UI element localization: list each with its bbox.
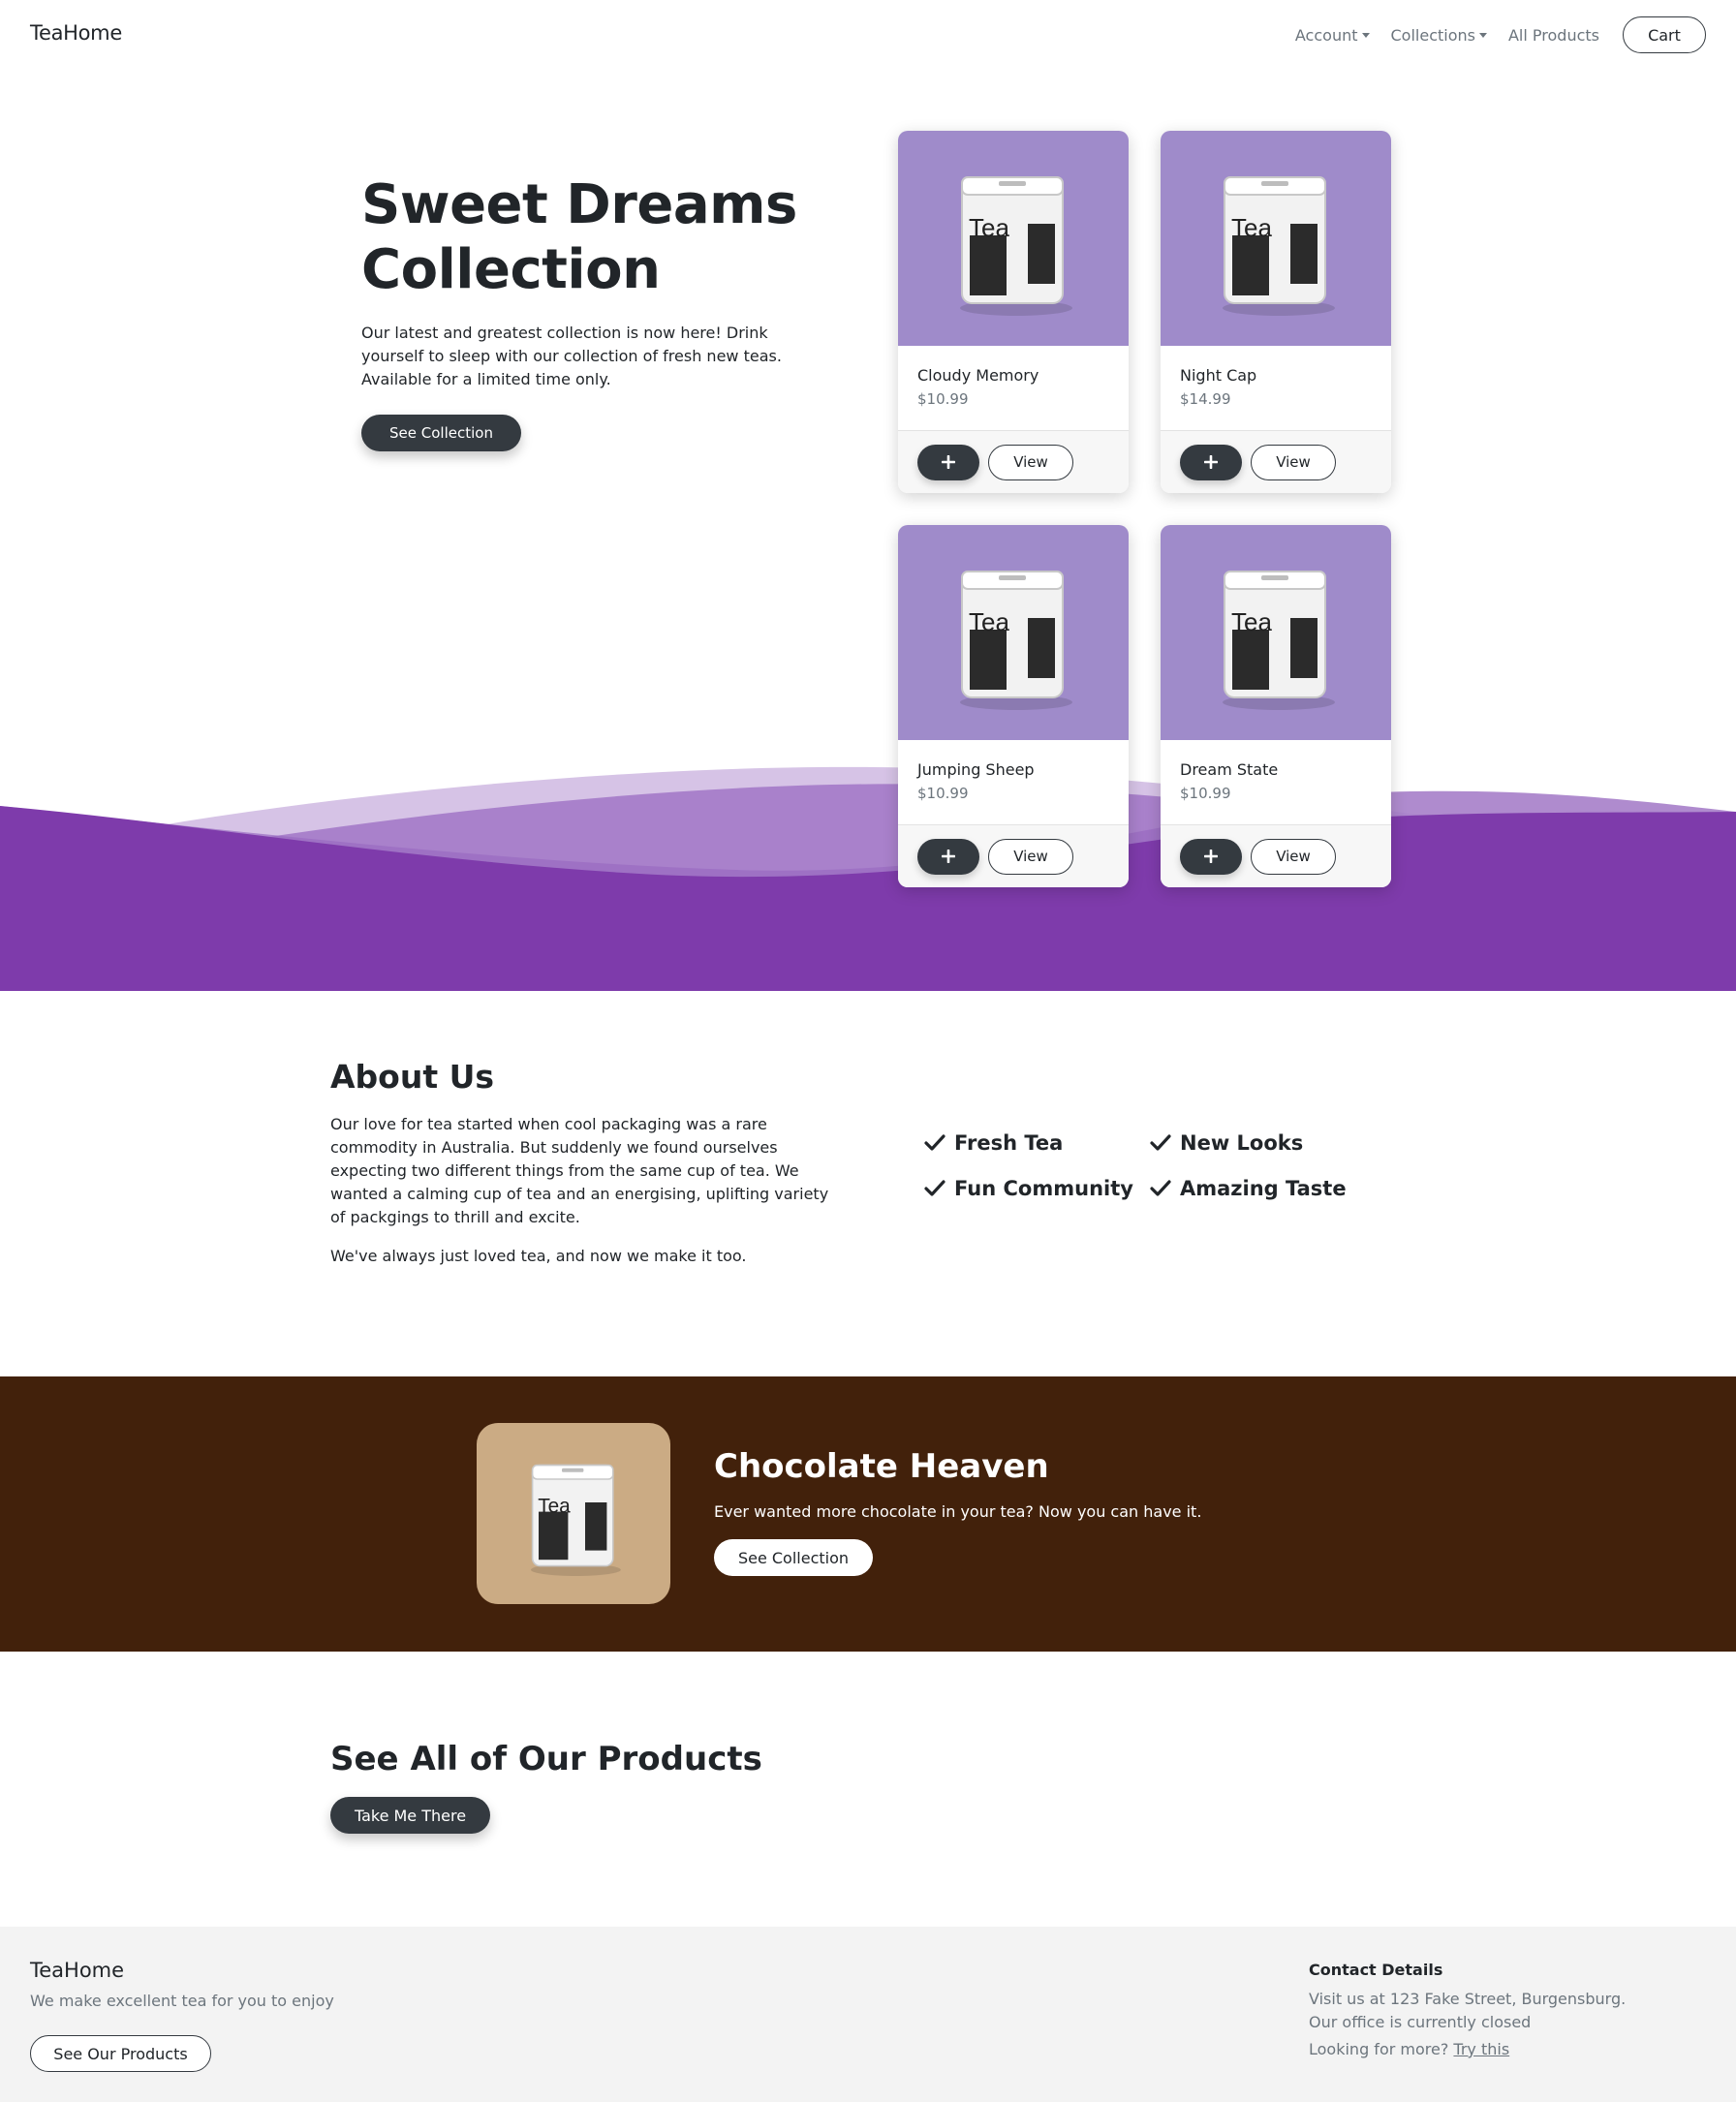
product-card-body: Jumping Sheep $10.99 xyxy=(898,740,1129,825)
svg-text:Tea: Tea xyxy=(538,1495,571,1517)
about-title: About Us xyxy=(330,1058,495,1096)
cart-button[interactable]: Cart xyxy=(1623,16,1706,53)
nav-account-dropdown[interactable]: Account xyxy=(1285,16,1380,53)
check-icon xyxy=(924,1180,946,1196)
tea-tin-image: Tea xyxy=(960,176,1072,316)
svg-text:Tea: Tea xyxy=(969,607,1009,636)
product-card-body: Cloudy Memory $10.99 xyxy=(898,346,1129,431)
product-name: Cloudy Memory xyxy=(917,366,1039,385)
product-card: Tea Cloudy Memory $10.99 View xyxy=(898,131,1129,493)
product-image[interactable]: Tea xyxy=(1161,131,1391,346)
hero-title: Sweet Dreams Collection xyxy=(361,172,826,302)
chocolate-see-collection-button[interactable]: See Collection xyxy=(714,1539,873,1576)
add-to-cart-button[interactable] xyxy=(1180,838,1242,875)
product-card: Tea Night Cap $14.99 View xyxy=(1161,131,1391,493)
feature-label: Fun Community xyxy=(954,1177,1133,1200)
navbar: TeaHome Account Collections All Products… xyxy=(0,0,1736,70)
more-text: Looking for more? xyxy=(1309,2040,1449,2058)
feature-item: New Looks xyxy=(1150,1131,1303,1155)
tea-tin-image: Tea xyxy=(531,1464,621,1576)
nav-collections-label: Collections xyxy=(1390,25,1475,45)
product-card-footer: View xyxy=(898,431,1129,493)
nav-account-label: Account xyxy=(1294,25,1358,45)
nav-collections-dropdown[interactable]: Collections xyxy=(1380,16,1498,53)
footer-brand: TeaHome xyxy=(30,1959,125,1982)
svg-text:Tea: Tea xyxy=(1231,213,1272,242)
caret-down-icon xyxy=(1478,32,1487,38)
tea-tin-image: Tea xyxy=(1223,571,1335,710)
product-image[interactable]: Tea xyxy=(898,525,1129,740)
chocolate-heaven-banner: Tea Chocolate Heaven Ever wanted more ch… xyxy=(0,1376,1736,1652)
plus-icon xyxy=(942,850,955,863)
product-price: $14.99 xyxy=(1180,390,1231,408)
product-card-footer: View xyxy=(898,825,1129,887)
check-icon xyxy=(1150,1180,1171,1196)
contact-title: Contact Details xyxy=(1309,1961,1443,1979)
view-button[interactable]: View xyxy=(988,444,1073,480)
chocolate-description: Ever wanted more chocolate in your tea? … xyxy=(714,1502,1202,1521)
see-our-products-button[interactable]: See Our Products xyxy=(30,2035,211,2072)
product-card-footer: View xyxy=(1161,825,1391,887)
more-line: Looking for more? Try this xyxy=(1309,2040,1509,2058)
product-price: $10.99 xyxy=(1180,785,1231,802)
see-all-title: See All of Our Products xyxy=(330,1740,762,1778)
check-icon xyxy=(1150,1134,1171,1151)
hero-title-line2: Collection xyxy=(361,238,661,301)
product-price: $10.99 xyxy=(917,390,969,408)
plus-icon xyxy=(942,455,955,469)
feature-label: Fresh Tea xyxy=(954,1131,1064,1155)
product-image[interactable]: Tea xyxy=(1161,525,1391,740)
footer: TeaHome We make excellent tea for you to… xyxy=(0,1927,1736,2102)
add-to-cart-button[interactable] xyxy=(1180,444,1242,480)
product-image[interactable]: Tea xyxy=(898,131,1129,346)
tea-tin-image: Tea xyxy=(1223,176,1335,316)
about-paragraph: We've always just loved tea, and now we … xyxy=(330,1247,747,1265)
product-card-body: Night Cap $14.99 xyxy=(1161,346,1391,431)
hero-description: Our latest and greatest collection is no… xyxy=(361,324,782,388)
product-name: Dream State xyxy=(1180,760,1279,779)
view-button[interactable]: View xyxy=(1251,838,1336,875)
tea-tin-image: Tea xyxy=(960,571,1072,710)
view-button[interactable]: View xyxy=(1251,444,1336,480)
try-this-link[interactable]: Try this xyxy=(1453,2040,1509,2058)
check-icon xyxy=(924,1134,946,1151)
product-card-footer: View xyxy=(1161,431,1391,493)
feature-item: Amazing Taste xyxy=(1150,1177,1347,1200)
product-name: Jumping Sheep xyxy=(917,760,1035,779)
add-to-cart-button[interactable] xyxy=(917,444,979,480)
take-me-there-button[interactable]: Take Me There xyxy=(330,1797,490,1834)
nav-all-products-link[interactable]: All Products xyxy=(1498,16,1610,53)
office-status: Our office is currently closed xyxy=(1309,2013,1532,2031)
chocolate-product-image[interactable]: Tea xyxy=(477,1423,670,1604)
add-to-cart-button[interactable] xyxy=(917,838,979,875)
see-collection-button[interactable]: See Collection xyxy=(361,415,521,451)
product-card-body: Dream State $10.99 xyxy=(1161,740,1391,825)
chocolate-title: Chocolate Heaven xyxy=(714,1447,1049,1486)
footer-tagline: We make excellent tea for you to enjoy xyxy=(30,1992,334,2010)
svg-text:Tea: Tea xyxy=(1231,607,1272,636)
feature-item: Fun Community xyxy=(924,1177,1133,1200)
caret-down-icon xyxy=(1361,32,1370,38)
plus-icon xyxy=(1204,850,1218,863)
contact-address: Visit us at 123 Fake Street, Burgensburg… xyxy=(1309,1990,1627,2008)
about-paragraph: Our love for tea started when cool packa… xyxy=(330,1115,829,1226)
product-name: Night Cap xyxy=(1180,366,1257,385)
product-card: Tea Dream State $10.99 View xyxy=(1161,525,1391,887)
plus-icon xyxy=(1204,455,1218,469)
nav-all-products-label: All Products xyxy=(1507,25,1599,45)
feature-item: Fresh Tea xyxy=(924,1131,1063,1155)
product-card: Tea Jumping Sheep $10.99 View xyxy=(898,525,1129,887)
hero-title-line1: Sweet Dreams xyxy=(361,173,797,236)
nav-links: Account Collections All Products Cart xyxy=(1285,16,1706,53)
product-price: $10.99 xyxy=(917,785,969,802)
view-button[interactable]: View xyxy=(988,838,1073,875)
brand-logo[interactable]: TeaHome xyxy=(30,21,122,45)
hero-wave-background xyxy=(0,766,1736,991)
feature-label: Amazing Taste xyxy=(1180,1177,1347,1200)
feature-label: New Looks xyxy=(1180,1131,1304,1155)
svg-text:Tea: Tea xyxy=(969,213,1009,242)
